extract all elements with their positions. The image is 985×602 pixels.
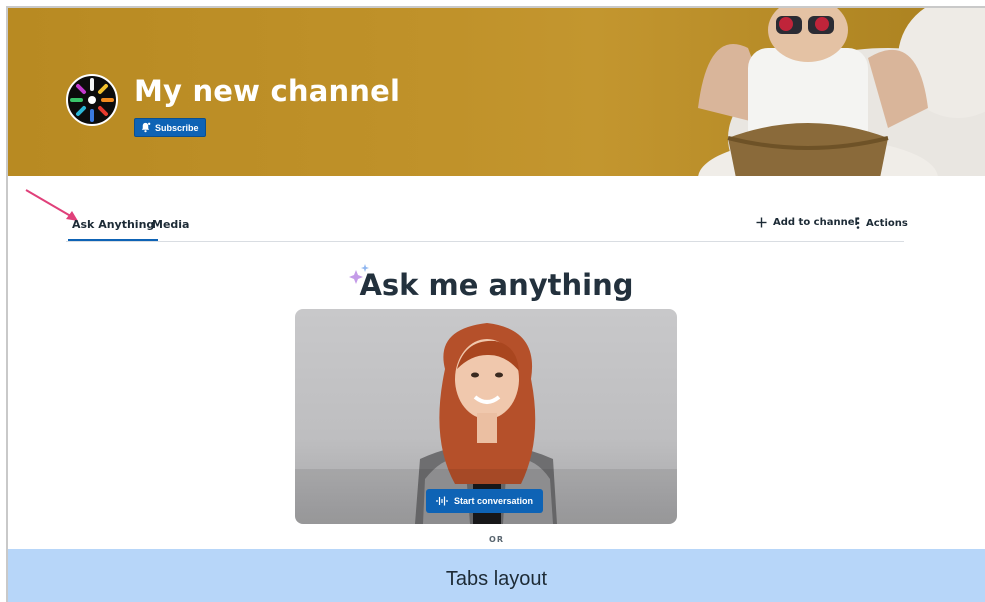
subscribe-button[interactable]: Subscribe (134, 118, 206, 137)
ask-title: Ask me anything (359, 268, 634, 302)
channel-tabs: Ask Anything Media Add to channel Action… (66, 208, 908, 242)
actions-button[interactable]: Actions (856, 217, 908, 229)
start-conversation-label: Start conversation (454, 496, 534, 506)
plus-icon (756, 217, 767, 228)
actions-label: Actions (866, 217, 908, 229)
channel-banner: My new channel Subscribe (8, 8, 985, 176)
or-divider: OR (489, 535, 504, 544)
subscribe-label: Subscribe (155, 122, 199, 133)
channel-title: My new channel (134, 74, 401, 108)
avatar-video[interactable]: Start conversation (295, 309, 677, 524)
add-to-channel-button[interactable]: Add to channel (756, 217, 858, 228)
tab-media[interactable]: Media (152, 218, 189, 231)
app-frame: My new channel Subscribe Ask Anything Me… (6, 6, 985, 602)
banner-photo (698, 8, 985, 176)
caption-text: Tabs layout (445, 568, 548, 590)
waveform-icon (436, 496, 448, 506)
kebab-icon (856, 217, 860, 229)
start-conversation-button[interactable]: Start conversation (426, 489, 544, 513)
channel-logo-icon (66, 74, 118, 126)
caption-band: Tabs layout (8, 549, 985, 602)
bell-icon (141, 122, 151, 133)
add-to-channel-label: Add to channel (773, 217, 858, 228)
tab-ask-anything[interactable]: Ask Anything (67, 218, 159, 241)
